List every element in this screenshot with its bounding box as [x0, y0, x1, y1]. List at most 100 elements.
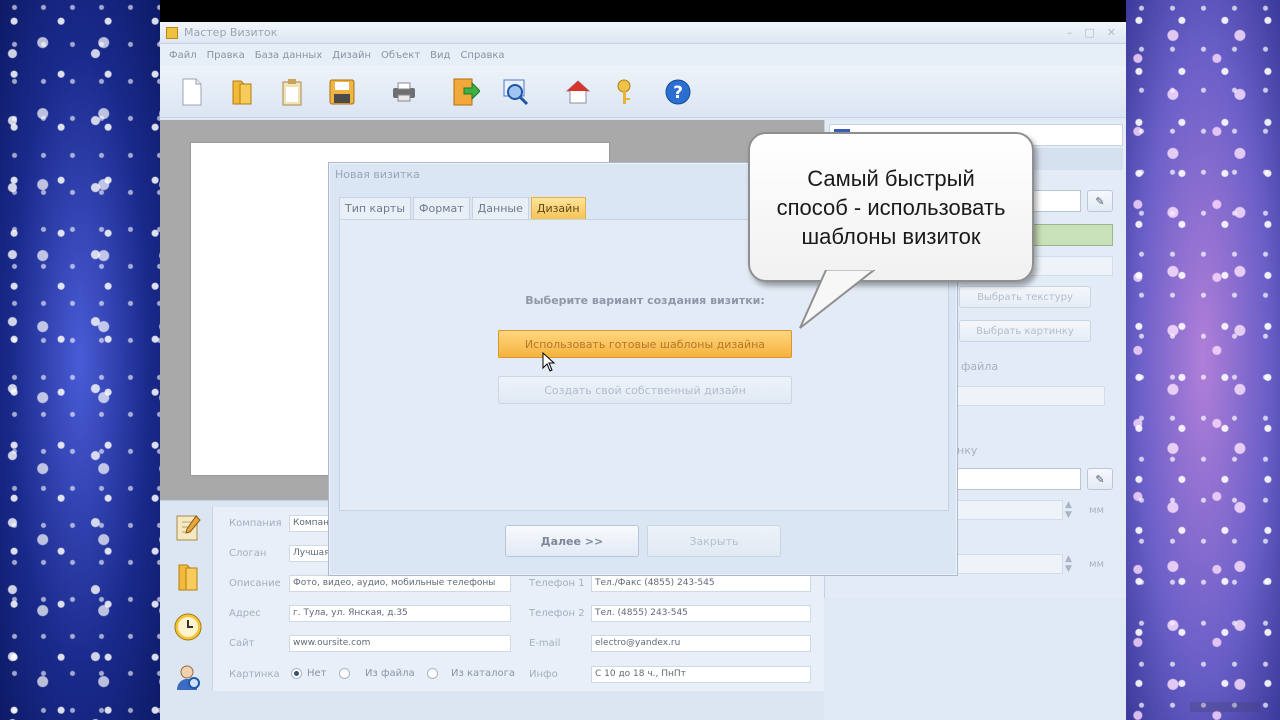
side-toolbar — [168, 507, 210, 707]
callout-line-2: способ - использовать — [776, 194, 1006, 220]
clipboard-button[interactable] — [274, 74, 310, 110]
print-icon — [393, 82, 415, 101]
clock-icon — [174, 613, 202, 641]
picture-catalog-label: Из каталога — [451, 668, 515, 679]
company-label: Компания — [229, 518, 282, 529]
choose-picture-button[interactable]: Выбрать картинку — [959, 320, 1091, 342]
picture-label: Картинка — [229, 669, 280, 680]
address-label: Адрес — [229, 608, 261, 619]
site-field[interactable]: www.oursite.com — [289, 635, 511, 652]
help-button[interactable]: ? — [660, 74, 696, 110]
open-button[interactable] — [224, 74, 260, 110]
help-icon: ? — [665, 79, 691, 104]
tab-design[interactable]: Дизайн — [530, 197, 586, 219]
app-icon — [166, 26, 178, 39]
picture-file-radio[interactable] — [339, 668, 350, 679]
slogan-field[interactable]: Лучшая — [289, 545, 329, 562]
pick-frame-color-button[interactable]: ✎ — [1087, 468, 1113, 490]
letterbox-top — [160, 0, 1126, 22]
edit-text-button[interactable] — [168, 507, 208, 547]
next-button[interactable]: Далее >> — [505, 525, 639, 557]
phone2-field[interactable]: Тел. (4855) 243-545 — [591, 605, 811, 622]
picture-none-radio[interactable] — [291, 668, 302, 679]
phone2-label: Телефон 2 — [529, 608, 585, 619]
keys-button[interactable] — [610, 74, 646, 110]
picture-catalog-radio[interactable] — [427, 668, 438, 679]
file-label: файла — [961, 360, 999, 373]
menu-design[interactable]: Дизайн — [327, 50, 376, 61]
frame-color-input[interactable] — [955, 468, 1081, 490]
export-icon — [453, 78, 480, 105]
info-label: Инфо — [529, 669, 558, 680]
svg-text:?: ? — [673, 83, 683, 103]
print-button[interactable] — [386, 74, 422, 110]
home-icon — [565, 79, 591, 103]
catalog-button[interactable] — [168, 557, 208, 597]
save-icon — [329, 79, 355, 104]
height-unit: мм — [1089, 559, 1105, 570]
new-document-icon — [182, 78, 202, 105]
export-button[interactable] — [448, 74, 484, 110]
width-unit: мм — [1089, 505, 1105, 516]
create-custom-design-button[interactable]: Создать свой собственный дизайн — [498, 376, 792, 404]
new-document-button[interactable] — [174, 74, 210, 110]
description-label: Описание — [229, 578, 281, 589]
callout-pointer — [799, 270, 876, 329]
pipette-icon: ✎ — [1095, 472, 1105, 486]
close-icon[interactable]: ✕ — [1107, 26, 1116, 39]
email-field[interactable]: electro@yandex.ru — [591, 635, 811, 652]
keys-icon — [617, 79, 631, 104]
notepad-icon — [176, 515, 201, 541]
menu-file[interactable]: Файл — [164, 50, 202, 61]
file-path-field[interactable] — [955, 386, 1105, 406]
menu-bar: Файл Правка База данных Дизайн Объект Ви… — [160, 44, 1126, 66]
address-field[interactable]: г. Тула, ул. Янская, д.35 — [289, 605, 511, 622]
menu-help[interactable]: Справка — [455, 50, 509, 61]
height-field[interactable] — [955, 554, 1063, 574]
style-select[interactable] — [1025, 256, 1113, 276]
video-watermark — [1190, 702, 1260, 712]
preview-button[interactable] — [498, 74, 534, 110]
close-button[interactable]: Закрыть — [647, 525, 781, 557]
menu-database[interactable]: База данных — [250, 50, 328, 61]
decorative-background-right — [1126, 0, 1280, 720]
dialog-title: Новая визитка — [335, 168, 420, 181]
tab-data[interactable]: Данные — [471, 197, 529, 219]
height-spinner-icon[interactable]: ▲ ▼ — [1065, 554, 1072, 574]
menu-edit[interactable]: Правка — [202, 50, 250, 61]
menu-object[interactable]: Объект — [376, 50, 425, 61]
save-button[interactable] — [324, 74, 360, 110]
callout-line-3: шаблоны визиток — [801, 223, 981, 249]
width-spinner-icon[interactable]: ▲ ▼ — [1065, 500, 1072, 520]
history-button[interactable] — [168, 607, 208, 647]
slogan-label: Слоган — [229, 548, 267, 559]
choose-texture-button[interactable]: Выбрать текстуру — [959, 286, 1091, 308]
title-bar: Мастер Визиток – □ ✕ — [160, 22, 1126, 44]
open-folder-icon — [232, 80, 252, 104]
search-contacts-button[interactable] — [168, 657, 208, 697]
phone1-field[interactable]: Тел./Факс (4855) 243-545 — [591, 575, 811, 592]
email-label: E-mail — [529, 638, 561, 649]
company-field[interactable]: Компан — [289, 515, 329, 532]
callout-text: Самый быстрый способ - использовать шабл… — [777, 164, 1006, 251]
user-search-icon — [177, 665, 200, 690]
description-field[interactable]: Фото, видео, аудио, мобильные телефоны — [289, 575, 511, 592]
minimize-icon[interactable]: – — [1067, 26, 1073, 39]
pipette-icon: ✎ — [1095, 194, 1105, 208]
info-field[interactable]: С 10 до 18 ч., ПнПт — [591, 666, 811, 683]
picture-file-label: Из файла — [365, 668, 415, 679]
home-button[interactable] — [560, 74, 596, 110]
frame-label: нку — [957, 444, 978, 457]
pick-color-button[interactable]: ✎ — [1087, 190, 1113, 212]
menu-view[interactable]: Вид — [425, 50, 455, 61]
folder-icon — [178, 564, 198, 591]
picture-none-label: Нет — [307, 668, 327, 679]
tutorial-callout: Самый быстрый способ - использовать шабл… — [748, 132, 1034, 282]
maximize-icon[interactable]: □ — [1084, 26, 1094, 39]
site-label: Сайт — [229, 638, 255, 649]
tab-card-type[interactable]: Тип карты — [339, 197, 412, 219]
width-field[interactable] — [955, 500, 1063, 520]
color-preview — [1025, 224, 1113, 246]
phone1-label: Телефон 1 — [529, 578, 585, 589]
tab-format[interactable]: Формат — [413, 197, 470, 219]
